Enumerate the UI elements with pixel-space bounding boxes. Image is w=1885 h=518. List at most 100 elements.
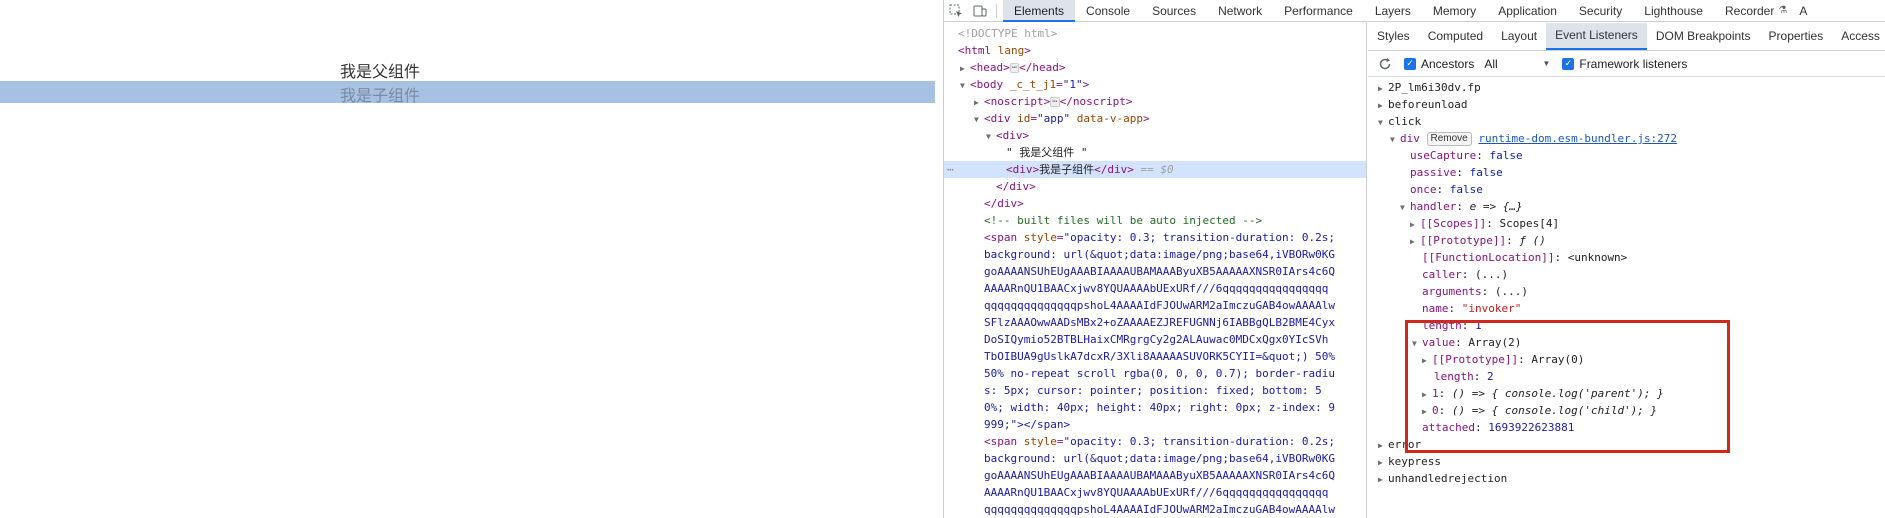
parent-text-node: " 我是父组件 ": [1006, 146, 1088, 159]
listener-name: beforeunload: [1388, 98, 1468, 111]
collapse-arrow-icon[interactable]: ▼: [1400, 199, 1410, 216]
html-attr: lang: [991, 44, 1025, 57]
dom-line-doctype[interactable]: <!DOCTYPE html>: [944, 25, 1366, 42]
dom-line-head[interactable]: ▶ <head> ⋯ </head>: [944, 59, 1366, 76]
tab-sources[interactable]: Sources: [1141, 0, 1207, 22]
listener-item-click[interactable]: ▼ click: [1368, 113, 1885, 130]
dom-span-block-1[interactable]: <span style="opacity: 0.3; transition-du…: [944, 229, 1366, 433]
tab-styles[interactable]: Styles: [1368, 23, 1419, 50]
dom-line-body[interactable]: ▼ <body _c_t_j1="1">: [944, 76, 1366, 93]
annotation-highlight-box: [1405, 320, 1730, 453]
listener-target-row[interactable]: ▼ div Remove runtime-dom.esm-bundler.js:2…: [1368, 130, 1885, 147]
tab-network[interactable]: Network: [1207, 0, 1273, 22]
ancestors-select[interactable]: All ▼: [1484, 57, 1550, 71]
dom-line-app-div[interactable]: ▼ <div id="app" data-v-app>: [944, 110, 1366, 127]
dom-span-line: SFlzAAAOwwAADsMBx2+oZAAAAEZJREFUGNNj6IAB…: [944, 314, 1366, 331]
expand-arrow-icon[interactable]: ▶: [1410, 216, 1420, 233]
flask-icon: ⚗: [1778, 5, 1788, 16]
child-component-text[interactable]: 我是子组件: [340, 82, 420, 106]
span-style-value: s: 5px; cursor: pointer; position: fixed…: [984, 384, 1322, 397]
dom-line-div[interactable]: ▼ <div>: [944, 127, 1366, 144]
collapse-arrow-icon[interactable]: ▼: [960, 77, 970, 93]
dom-line-html[interactable]: <html lang>: [944, 42, 1366, 59]
expand-arrow-icon[interactable]: ▶: [1378, 97, 1388, 114]
tab-console[interactable]: Console: [1075, 0, 1141, 22]
prop-row: caller: (...): [1422, 268, 1509, 281]
dom-span-line: 50% no-repeat scroll rgba(0, 0, 0, 0.7);…: [944, 365, 1366, 382]
expand-arrow-icon[interactable]: ▶: [1378, 454, 1388, 471]
collapse-arrow-icon[interactable]: ▼: [1390, 131, 1400, 148]
prop-row-handler[interactable]: ▼ handler: e => {…}: [1368, 198, 1885, 215]
prop-value[interactable]: (...): [1495, 285, 1528, 298]
html-tag: <html: [958, 44, 992, 57]
collapse-arrow-icon[interactable]: ▼: [1378, 114, 1388, 131]
tab-computed[interactable]: Computed: [1419, 23, 1492, 50]
dom-line-text-node[interactable]: " 我是父组件 ": [944, 144, 1366, 161]
prop-value: <unknown>: [1567, 251, 1628, 264]
span-style-attr: style: [1017, 435, 1057, 448]
expand-arrow-icon[interactable]: ▶: [1378, 80, 1388, 97]
device-toolbar-icon[interactable]: [968, 0, 992, 22]
dom-line-app-close[interactable]: </div>: [944, 195, 1366, 212]
tab-security[interactable]: Security: [1568, 0, 1633, 22]
tab-layout[interactable]: Layout: [1492, 23, 1546, 50]
inspected-element-highlight: [0, 81, 935, 103]
prop-row[interactable]: ▶ [[Prototype]]: ƒ (): [1368, 232, 1885, 249]
dom-span-line: s: 5px; cursor: pointer; position: fixed…: [944, 382, 1366, 399]
prop-value: false: [1469, 166, 1503, 179]
prop-key: [[Prototype]]: [1420, 234, 1507, 247]
refresh-icon[interactable]: [1378, 57, 1394, 71]
framework-listeners-checkbox[interactable]: ✓: [1562, 57, 1575, 70]
ancestors-checkbox[interactable]: ✓: [1404, 57, 1416, 70]
dom-line-div-close[interactable]: </div>: [944, 178, 1366, 195]
tab-layers[interactable]: Layers: [1364, 0, 1422, 22]
expand-arrow-icon[interactable]: ▶: [1378, 437, 1388, 454]
tab-accessibility[interactable]: Access: [1832, 23, 1885, 50]
inspect-element-icon[interactable]: [944, 0, 968, 22]
span-attr-eq: =: [1056, 435, 1064, 448]
tab-recorder[interactable]: Recorder: [1714, 0, 1778, 22]
prop-key: passive: [1410, 166, 1457, 179]
dom-span-line: background: url(&quot;data:image/png;bas…: [944, 450, 1366, 467]
listener-item[interactable]: ▶ keypress: [1368, 453, 1885, 470]
ellipsis-icon[interactable]: ⋯: [1050, 97, 1060, 107]
collapse-arrow-icon[interactable]: ▼: [974, 111, 984, 127]
tab-elements[interactable]: Elements: [1003, 0, 1076, 22]
expand-arrow-icon[interactable]: ▶: [960, 60, 970, 76]
tab-event-listeners[interactable]: Event Listeners: [1546, 23, 1647, 50]
more-options-icon[interactable]: ⋯: [947, 161, 954, 178]
dom-span-block-2[interactable]: <span style="opacity: 0.3; transition-du…: [944, 433, 1366, 518]
prop-row[interactable]: ▶ [[Scopes]]: Scopes[4]: [1368, 215, 1885, 232]
prop-row: name: "invoker": [1422, 302, 1522, 315]
remove-listener-button[interactable]: Remove: [1426, 132, 1472, 146]
dom-span-line: DoSIQymio52BTBLHaixCMRgrgCy2g2ALAuwac0MD…: [944, 331, 1366, 348]
tab-properties[interactable]: Properties: [1760, 23, 1833, 50]
span-tag: <span: [984, 435, 1018, 448]
prop-value: false: [1449, 183, 1483, 196]
dom-span-line: goAAAANSUhEUgAAABIAAAAUBAMAAAByuXB5AAAAA…: [944, 263, 1366, 280]
collapse-arrow-icon[interactable]: ▼: [986, 128, 996, 144]
tab-overflow[interactable]: A: [1797, 0, 1809, 22]
dom-span-line: AAAARnQU1BAACxjwv8YQUAAAAbUExURf///6qqqq…: [944, 484, 1366, 501]
expand-arrow-icon[interactable]: ▶: [974, 94, 984, 110]
listener-item[interactable]: ▶ 2P_lm6i30dv.fp: [1368, 79, 1885, 96]
app-div-id-value: "app": [1037, 112, 1071, 125]
dom-line-selected-div[interactable]: ⋯ <div>我是子组件</div> == $0: [944, 161, 1366, 178]
listener-item[interactable]: ▶ unhandledrejection: [1368, 470, 1885, 487]
ancestors-label: Ancestors: [1421, 56, 1475, 71]
tab-application[interactable]: Application: [1487, 0, 1568, 22]
parent-component-text: 我是父组件: [340, 62, 421, 81]
dom-line-comment[interactable]: <!-- built files will be auto injected -…: [944, 212, 1366, 229]
dom-line-noscript[interactable]: ▶ <noscript> ⋯ </noscript>: [944, 93, 1366, 110]
tab-memory[interactable]: Memory: [1422, 0, 1487, 22]
expand-arrow-icon[interactable]: ▶: [1410, 233, 1420, 250]
dom-span-line: goAAAANSUhEUgAAABIAAAAUBAMAAAByuXB5AAAAA…: [944, 467, 1366, 484]
expand-arrow-icon[interactable]: ▶: [1378, 471, 1388, 488]
tab-dom-breakpoints[interactable]: DOM Breakpoints: [1647, 23, 1760, 50]
tab-performance[interactable]: Performance: [1273, 0, 1364, 22]
prop-value[interactable]: (...): [1475, 268, 1508, 281]
source-location-link[interactable]: runtime-dom.esm-bundler.js:272: [1478, 132, 1677, 145]
listener-item[interactable]: ▶ beforeunload: [1368, 96, 1885, 113]
ellipsis-icon[interactable]: ⋯: [1009, 63, 1020, 73]
tab-lighthouse[interactable]: Lighthouse: [1633, 0, 1714, 22]
